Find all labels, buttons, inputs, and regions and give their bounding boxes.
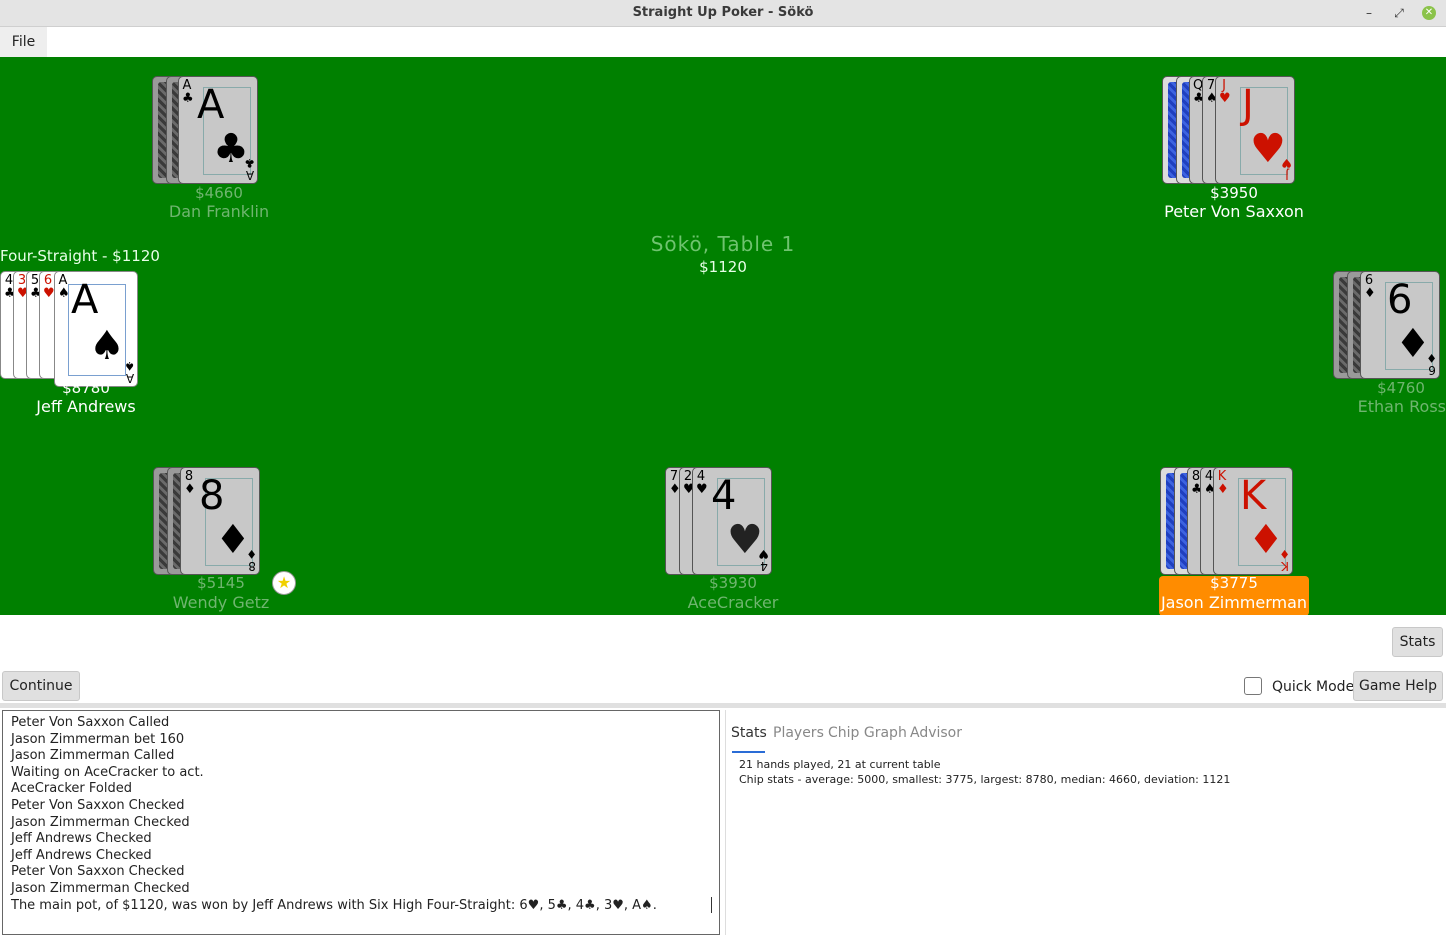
info-panel: Stats Players Chip Graph Advisor 21 hand… — [725, 710, 1446, 935]
player-chips: $8780 — [62, 379, 110, 397]
table-title: Sökö, Table 1 — [650, 232, 796, 256]
tab-stats[interactable]: Stats — [731, 725, 767, 741]
stats-chip-summary: Chip stats - average: 5000, smallest: 37… — [739, 773, 1231, 786]
active-tab-indicator — [732, 751, 765, 753]
dealer-button-star-icon: ★ — [272, 571, 296, 595]
card-rank: 4 — [711, 473, 737, 519]
card-index: A ♠ — [58, 273, 70, 301]
card-rank: A — [71, 277, 99, 323]
card-dan-top: A ♣ A ♣ A ♣ — [178, 76, 258, 184]
player-name: Jason Zimmerman — [1160, 593, 1308, 612]
card-wendy-top: 8 ♦ 8 ♦ 8 ♦ — [180, 467, 260, 575]
player-name: Wendy Getz — [172, 593, 270, 612]
log-line: Jeff Andrews Checked — [11, 831, 152, 847]
card-index: 6 ♦ — [1364, 273, 1376, 301]
poker-table: Sökö, Table 1 $1120 Four-Straight - $112… — [0, 57, 1446, 615]
tab-advisor[interactable]: Advisor — [910, 725, 962, 741]
card-index: 8 ♦ — [184, 469, 196, 497]
card-peter-top: J ♥ J ♥ J ♥ — [1215, 76, 1295, 184]
pot-amount: $1120 — [699, 258, 747, 276]
player-chips: $4760 — [1377, 379, 1425, 397]
log-line: Peter Von Saxxon Checked — [11, 797, 185, 813]
card-index-bottom: K ♦ — [1279, 547, 1290, 573]
player-name: Dan Franklin — [168, 202, 270, 221]
tab-chip-graph[interactable]: Chip Graph — [828, 725, 907, 741]
card-rank: 6 — [1387, 277, 1413, 323]
log-line: Jason Zimmerman Checked — [11, 814, 190, 830]
log-line: The main pot, of $1120, was won by Jeff … — [11, 897, 657, 913]
card-jeff-top: A ♠ A ♠ A ♠ — [54, 271, 138, 387]
log-line: Jason Zimmerman bet 160 — [11, 731, 185, 747]
menu-file[interactable]: File — [0, 27, 47, 57]
card-jason-top: K ♦ K ♦ K ♦ — [1213, 467, 1293, 575]
player-chips: $3930 — [709, 574, 757, 592]
card-index-bottom: 6 ♦ — [1426, 351, 1437, 377]
log-line: Jeff Andrews Checked — [11, 847, 152, 863]
title-bar: Straight Up Poker - Sökö – ⤢ ✕ — [0, 0, 1446, 27]
log-line: AceCracker Folded — [11, 781, 132, 797]
card-rank: A — [197, 82, 225, 128]
card-ethan-top: 6 ♦ 6 ♦ 6 ♦ — [1360, 271, 1440, 379]
card-suit: ♠ — [89, 323, 125, 369]
player-name: AceCracker — [687, 593, 779, 612]
card-index-bottom: J ♥ — [1281, 156, 1292, 182]
quick-mode-checkbox[interactable] — [1244, 677, 1262, 695]
card-index-bottom: 8 ♦ — [246, 547, 257, 573]
continue-button[interactable]: Continue — [2, 671, 80, 701]
card-index: 4 ♥ — [696, 469, 708, 497]
log-line: Jason Zimmerman Called — [11, 748, 175, 764]
game-log[interactable]: Peter Von Saxxon Called Jason Zimmerman … — [2, 710, 720, 935]
card-rank: K — [1240, 473, 1267, 519]
card-index-bottom: A ♣ — [244, 156, 255, 182]
quick-mode-label: Quick Mode — [1272, 679, 1355, 695]
stats-button[interactable]: Stats — [1392, 627, 1443, 657]
log-lines: Peter Von Saxxon Called Jason Zimmerman … — [3, 711, 719, 914]
card-index: K ♦ — [1217, 469, 1229, 497]
card-index-bottom: 4 ♥ — [758, 547, 769, 573]
player-chips: $3950 — [1210, 184, 1258, 202]
card-index: A ♣ — [182, 78, 194, 106]
card-ace-top: 4 ♥ 4 ♥ 4 ♥ — [692, 467, 772, 575]
tab-players[interactable]: Players — [773, 725, 824, 741]
text-caret — [711, 897, 712, 913]
log-line: Waiting on AceCracker to act. — [11, 764, 204, 780]
log-line: Peter Von Saxxon Called — [11, 715, 170, 730]
window-title: Straight Up Poker - Sökö — [632, 5, 814, 20]
menu-bar: File — [0, 27, 1446, 57]
player-chips: $3775 — [1210, 574, 1258, 592]
log-line: Jason Zimmerman Checked — [11, 880, 190, 896]
stats-hands-played: 21 hands played, 21 at current table — [739, 758, 941, 771]
player-name: Ethan Ross — [1357, 397, 1446, 416]
card-rank: 8 — [199, 473, 225, 519]
card-index: 7 ♦ — [669, 469, 681, 497]
card-index: 6 ♥ — [43, 273, 55, 301]
player-name: Peter Von Saxxon — [1164, 202, 1304, 221]
log-line: Peter Von Saxxon Checked — [11, 864, 185, 880]
panel-divider[interactable] — [0, 703, 1446, 708]
close-icon[interactable]: ✕ — [1422, 6, 1436, 20]
minimize-icon[interactable]: – — [1360, 4, 1378, 22]
player-chips: $4660 — [195, 184, 243, 202]
game-help-button[interactable]: Game Help — [1353, 671, 1443, 701]
player-name: Jeff Andrews — [36, 397, 136, 416]
card-index: J ♥ — [1219, 78, 1231, 106]
restore-icon[interactable]: ⤢ — [1390, 4, 1408, 22]
winner-label: Four-Straight - $1120 — [0, 247, 160, 265]
card-rank: J — [1242, 82, 1254, 128]
